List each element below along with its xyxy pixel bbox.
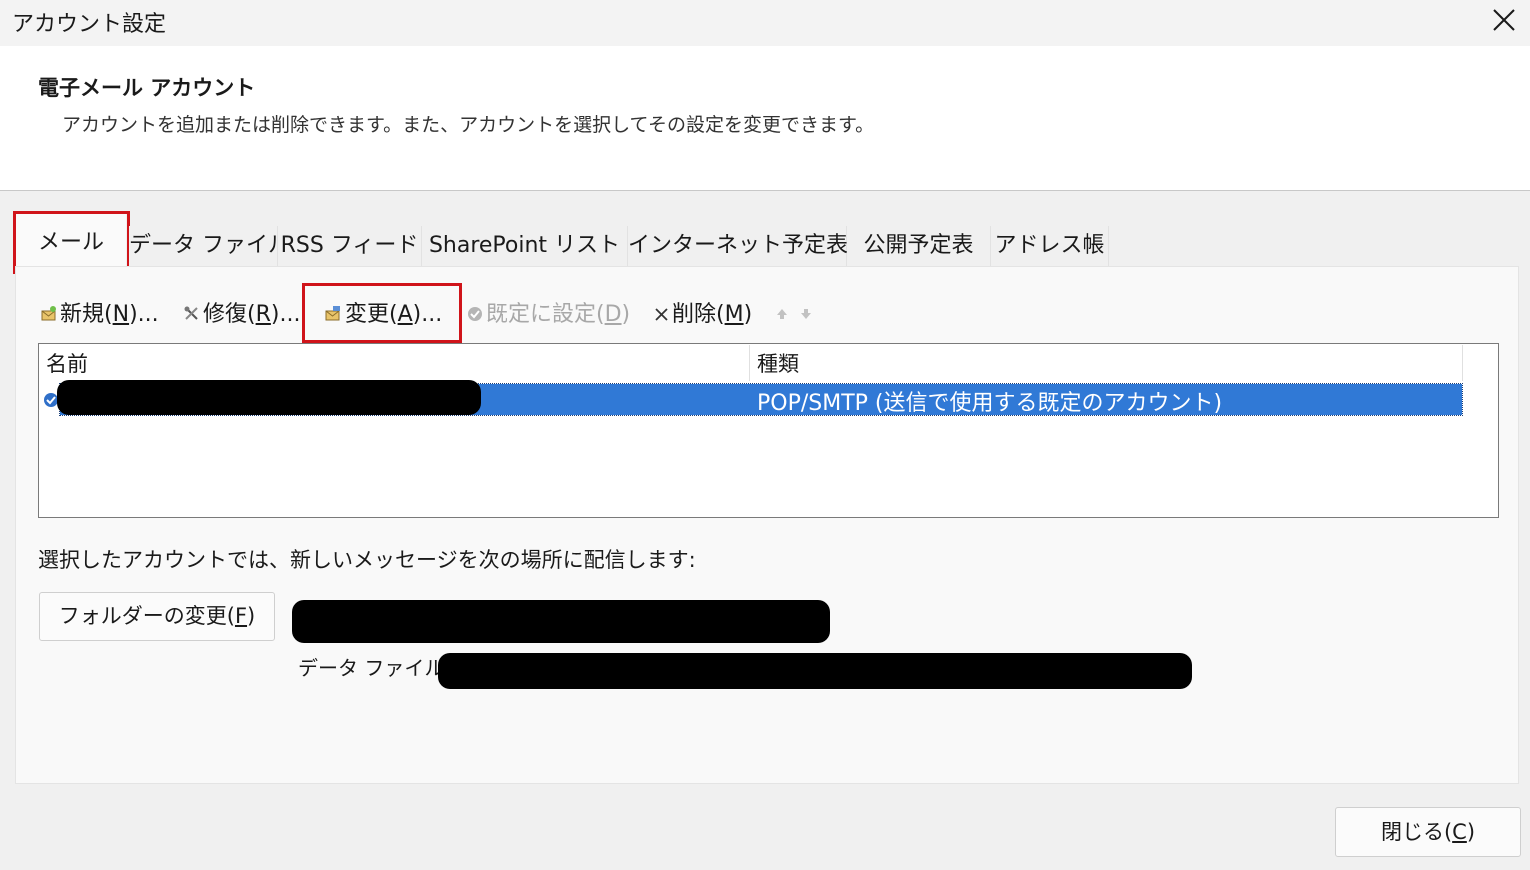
column-header-type[interactable]: 種類 <box>757 348 799 378</box>
set-default-icon <box>466 305 484 323</box>
redacted-data-file-path <box>438 653 1192 689</box>
column-header-name[interactable]: 名前 <box>46 348 88 378</box>
window-title: アカウント設定 <box>12 12 167 37</box>
redacted-folder-path <box>292 600 830 643</box>
move-up-icon[interactable] <box>775 305 793 323</box>
header-description: アカウントを追加または削除できます。また、アカウントを選択してその設定を変更でき… <box>62 114 875 136</box>
title-bar: アカウント設定 <box>0 0 1530 46</box>
tab-internet-calendars[interactable]: インターネット予定表 <box>628 226 848 266</box>
remove-icon <box>653 305 671 323</box>
close-button[interactable]: 閉じる(C) <box>1335 807 1521 857</box>
remove-button[interactable]: 削除(M) <box>672 298 752 332</box>
change-folder-button[interactable]: フォルダーの変更(F) <box>39 592 275 641</box>
tab-address-books[interactable]: アドレス帳 <box>991 226 1109 266</box>
tab-mail[interactable]: メール <box>16 214 126 272</box>
tab-published-calendars[interactable]: 公開予定表 <box>847 226 991 266</box>
new-account-button[interactable]: 新規(N)... <box>60 298 159 332</box>
move-down-icon[interactable] <box>799 305 817 323</box>
change-icon <box>324 305 342 323</box>
header-title: 電子メール アカウント <box>38 76 256 100</box>
column-separator <box>1462 345 1463 381</box>
set-default-button[interactable]: 既定に設定(D) <box>486 298 630 332</box>
column-separator <box>749 345 750 381</box>
repair-button[interactable]: 修復(R)... <box>203 298 300 332</box>
redacted-account-name <box>57 380 481 415</box>
delivery-location-label: 選択したアカウントでは、新しいメッセージを次の場所に配信します: <box>38 548 696 572</box>
close-icon[interactable] <box>1486 4 1522 36</box>
tab-rss-feeds[interactable]: RSS フィード <box>278 226 422 266</box>
tab-data-files[interactable]: データ ファイル <box>129 226 290 266</box>
change-button[interactable]: 変更(A)... <box>345 298 442 332</box>
account-type-cell: POP/SMTP (送信で使用する既定のアカウント) <box>757 391 1223 416</box>
repair-icon <box>183 305 201 323</box>
dialog-header: 電子メール アカウント アカウントを追加または削除できます。また、アカウントを選… <box>0 46 1530 191</box>
data-file-label: データ ファイル: <box>298 656 452 680</box>
tab-sharepoint-lists[interactable]: SharePoint リスト <box>422 226 628 266</box>
new-account-icon <box>40 305 58 323</box>
